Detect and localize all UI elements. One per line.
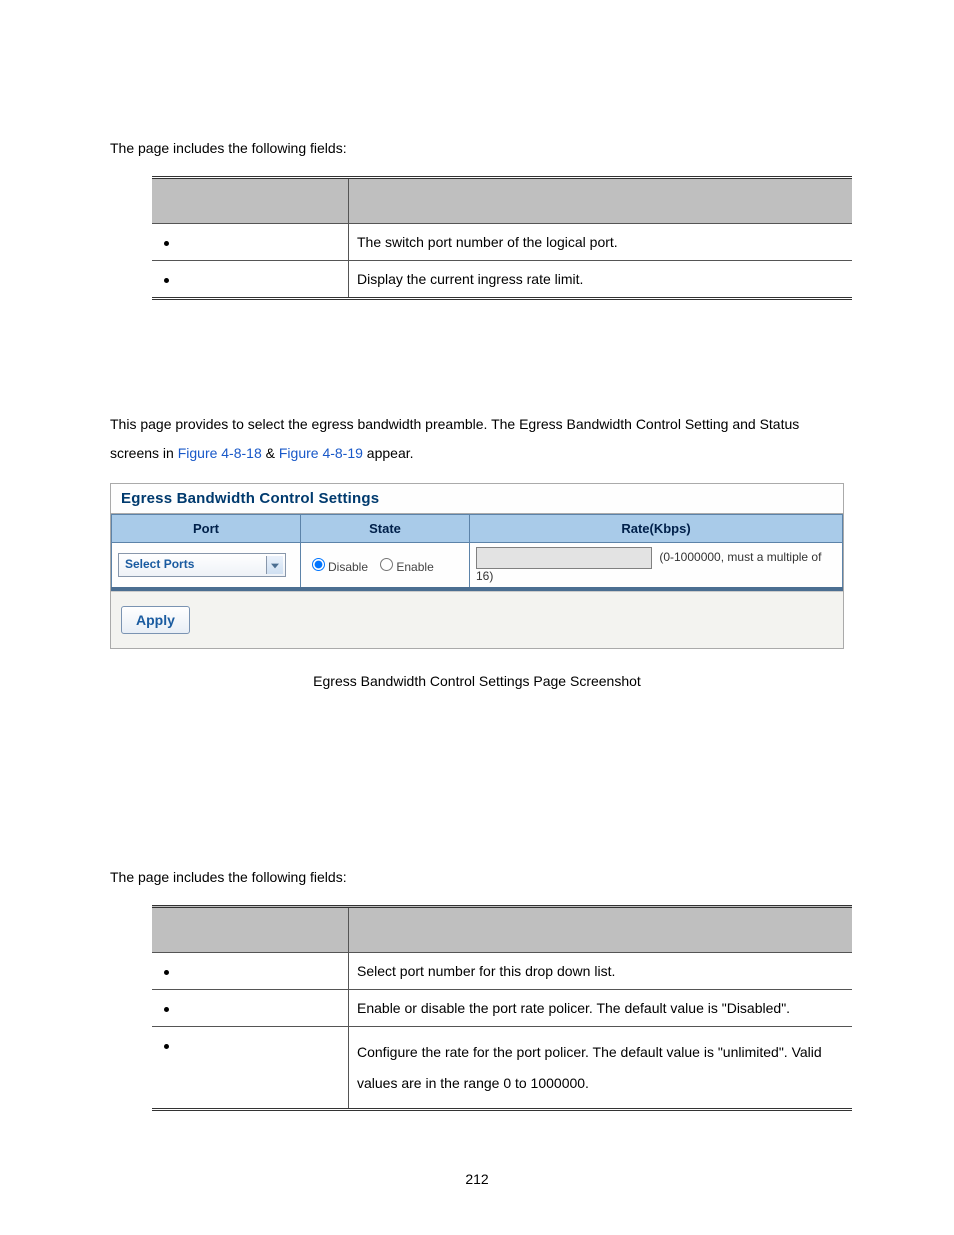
settings-panel: Egress Bandwidth Control Settings Port S…	[110, 483, 844, 649]
radio-enable-input[interactable]	[380, 558, 393, 571]
bullet-icon	[164, 1044, 169, 1049]
table-row: Configure the rate for the port policer.…	[152, 1026, 852, 1110]
table-cell-desc: The switch port number of the logical po…	[349, 224, 853, 261]
section-paragraph: This page provides to select the egress …	[110, 410, 844, 469]
fields-table-1: The switch port number of the logical po…	[152, 176, 852, 300]
table-row: Enable or disable the port rate policer.…	[152, 989, 852, 1026]
table-cell-desc: Select port number for this drop down li…	[349, 952, 853, 989]
table-row: Display the current ingress rate limit.	[152, 261, 852, 299]
table-row: The switch port number of the logical po…	[152, 224, 852, 261]
bullet-icon	[164, 278, 169, 283]
panel-title: Egress Bandwidth Control Settings	[111, 484, 843, 514]
bullet-icon	[164, 970, 169, 975]
radio-enable[interactable]: Enable	[375, 560, 433, 574]
fields-table-2: Select port number for this drop down li…	[152, 905, 852, 1112]
table-cell-desc: Configure the rate for the port policer.…	[349, 1026, 853, 1110]
radio-disable-input[interactable]	[312, 558, 325, 571]
radio-disable[interactable]: Disable	[307, 560, 368, 574]
figure-caption: Egress Bandwidth Control Settings Page S…	[110, 673, 844, 689]
col-header-state: State	[301, 514, 470, 542]
settings-table: Port State Rate(Kbps) Select Ports	[111, 514, 843, 591]
apply-button[interactable]: Apply	[121, 606, 190, 634]
table-cell-desc: Enable or disable the port rate policer.…	[349, 989, 853, 1026]
table-cell-desc: Display the current ingress rate limit.	[349, 261, 853, 299]
intro-text-2: The page includes the following fields:	[110, 869, 844, 885]
rate-input[interactable]	[476, 547, 652, 569]
select-ports-label: Select Ports	[125, 557, 194, 571]
intro-text-1: The page includes the following fields:	[110, 140, 844, 156]
col-header-rate: Rate(Kbps)	[470, 514, 843, 542]
figure-link-1[interactable]: Figure 4-8-18	[178, 445, 262, 461]
table-row: Select port number for this drop down li…	[152, 952, 852, 989]
col-header-port: Port	[112, 514, 301, 542]
figure-link-2[interactable]: Figure 4-8-19	[279, 445, 363, 461]
select-ports-dropdown[interactable]: Select Ports	[118, 553, 286, 577]
bullet-icon	[164, 1007, 169, 1012]
page-number: 212	[110, 1171, 844, 1187]
chevron-down-icon	[266, 556, 283, 574]
bullet-icon	[164, 241, 169, 246]
